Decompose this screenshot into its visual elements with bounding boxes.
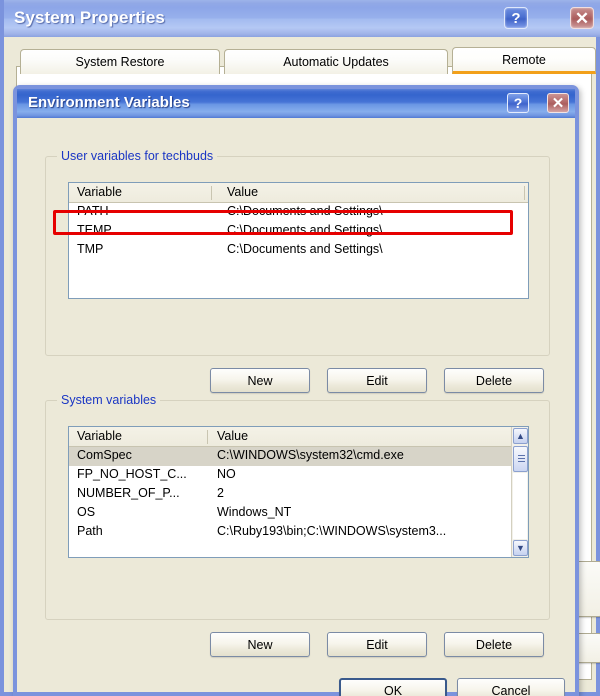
help-button[interactable]: ?: [504, 7, 528, 29]
system-list-scrollbar[interactable]: ▲ ▼: [511, 427, 528, 557]
system-variable-name: OS: [77, 505, 95, 519]
user-list-header-variable[interactable]: Variable: [77, 185, 122, 199]
system-variable-name: ComSpec: [77, 448, 132, 462]
tab-automatic-updates[interactable]: Automatic Updates: [224, 49, 448, 74]
system-properties-titlebar: System Properties ? ✕: [4, 0, 600, 37]
user-variables-legend: User variables for techbuds: [57, 149, 217, 163]
system-list-header-variable[interactable]: Variable: [77, 429, 122, 443]
column-divider-icon: [524, 186, 525, 200]
scrollbar-thumb[interactable]: [513, 446, 528, 472]
system-variable-value: C:\WINDOWS\system32\cmd.exe: [217, 448, 404, 462]
close-icon: ✕: [571, 8, 593, 28]
user-variable-name: TMP: [77, 242, 103, 256]
user-variable-value: C:\Documents and Settings\: [227, 223, 383, 237]
system-new-button[interactable]: New: [210, 632, 310, 657]
scroll-down-icon[interactable]: ▼: [513, 540, 528, 556]
user-variables-group: User variables for techbuds Variable Val…: [45, 156, 550, 356]
ok-button[interactable]: OK: [339, 678, 447, 696]
user-edit-button[interactable]: Edit: [327, 368, 427, 393]
tab-remote[interactable]: Remote: [452, 47, 596, 74]
table-row[interactable]: NUMBER_OF_P... 2: [69, 485, 528, 504]
cancel-label: Cancel: [492, 684, 531, 696]
system-variables-legend: System variables: [57, 393, 160, 407]
user-new-label: New: [247, 374, 272, 388]
column-divider-icon: [211, 186, 212, 200]
table-row[interactable]: FP_NO_HOST_C... NO: [69, 466, 528, 485]
system-list-rows: ComSpec C:\WINDOWS\system32\cmd.exe FP_N…: [69, 447, 528, 542]
system-variable-value: Windows_NT: [217, 505, 291, 519]
user-variable-value: C:\Documents and Settings\: [227, 242, 383, 256]
system-list-header-value[interactable]: Value: [217, 429, 248, 443]
user-delete-label: Delete: [476, 374, 512, 388]
tab-automatic-updates-label: Automatic Updates: [283, 55, 389, 69]
tab-system-restore-label: System Restore: [76, 55, 165, 69]
tabstrip: System Restore Automatic Updates Remote: [8, 37, 600, 67]
question-mark-icon: ?: [508, 94, 528, 112]
system-variable-name: Path: [77, 524, 103, 538]
table-row[interactable]: OS Windows_NT: [69, 504, 528, 523]
user-variable-name: TEMP: [77, 223, 112, 237]
system-variable-value: C:\Ruby193\bin;C:\WINDOWS\system3...: [217, 524, 446, 538]
close-icon: ✕: [548, 94, 568, 112]
system-variable-name: NUMBER_OF_P...: [77, 486, 180, 500]
system-variables-list[interactable]: Variable Value ComSpec C:\WINDOWS\system…: [68, 426, 529, 558]
tab-system-restore[interactable]: System Restore: [20, 49, 220, 74]
user-list-header: Variable Value: [69, 183, 528, 203]
scroll-down-glyph: ▼: [516, 544, 525, 553]
ok-label: OK: [384, 684, 402, 696]
system-variable-value: 2: [217, 486, 224, 500]
user-new-button[interactable]: New: [210, 368, 310, 393]
user-list-header-value[interactable]: Value: [227, 185, 258, 199]
column-divider-icon: [207, 430, 208, 444]
environment-variables-titlebar: Environment Variables ? ✕: [17, 89, 575, 118]
user-variable-value: C:\Documents and Settings\: [227, 204, 383, 218]
user-delete-button[interactable]: Delete: [444, 368, 544, 393]
environment-variables-title: Environment Variables: [28, 94, 190, 111]
user-variable-name: PATH: [77, 204, 108, 218]
table-row[interactable]: PATH C:\Documents and Settings\: [69, 203, 528, 222]
environment-variables-dialog: Environment Variables ? ✕ User variables…: [13, 85, 579, 696]
screenshot-root: System Properties ? ✕ System Restore Aut…: [0, 0, 600, 696]
scroll-up-icon[interactable]: ▲: [513, 428, 528, 444]
system-edit-label: Edit: [366, 638, 388, 652]
user-variables-list[interactable]: Variable Value PATH C:\Documents and Set…: [68, 182, 529, 299]
dialog-close-button[interactable]: ✕: [547, 93, 569, 113]
system-list-header: Variable Value: [69, 427, 528, 447]
scrollbar-grip-icon: [518, 455, 525, 464]
user-edit-label: Edit: [366, 374, 388, 388]
system-delete-label: Delete: [476, 638, 512, 652]
system-edit-button[interactable]: Edit: [327, 632, 427, 657]
system-variable-value: NO: [217, 467, 236, 481]
system-delete-button[interactable]: Delete: [444, 632, 544, 657]
system-variable-name: FP_NO_HOST_C...: [77, 467, 187, 481]
system-properties-title: System Properties: [14, 8, 165, 28]
table-row[interactable]: TMP C:\Documents and Settings\: [69, 241, 528, 260]
scroll-up-glyph: ▲: [516, 432, 525, 441]
question-mark-icon: ?: [505, 8, 527, 28]
system-variables-group: System variables Variable Value ComSpec …: [45, 400, 550, 620]
table-row[interactable]: Path C:\Ruby193\bin;C:\WINDOWS\system3..…: [69, 523, 528, 542]
cancel-button[interactable]: Cancel: [457, 678, 565, 696]
dialog-help-button[interactable]: ?: [507, 93, 529, 113]
user-list-rows: PATH C:\Documents and Settings\ TEMP C:\…: [69, 203, 528, 260]
tab-remote-label: Remote: [502, 53, 546, 67]
table-row[interactable]: ComSpec C:\WINDOWS\system32\cmd.exe: [69, 447, 528, 466]
environment-variables-body: User variables for techbuds Variable Val…: [17, 118, 575, 692]
system-new-label: New: [247, 638, 272, 652]
close-button[interactable]: ✕: [570, 7, 594, 29]
table-row[interactable]: TEMP C:\Documents and Settings\: [69, 222, 528, 241]
scrollbar-track[interactable]: [513, 473, 527, 539]
